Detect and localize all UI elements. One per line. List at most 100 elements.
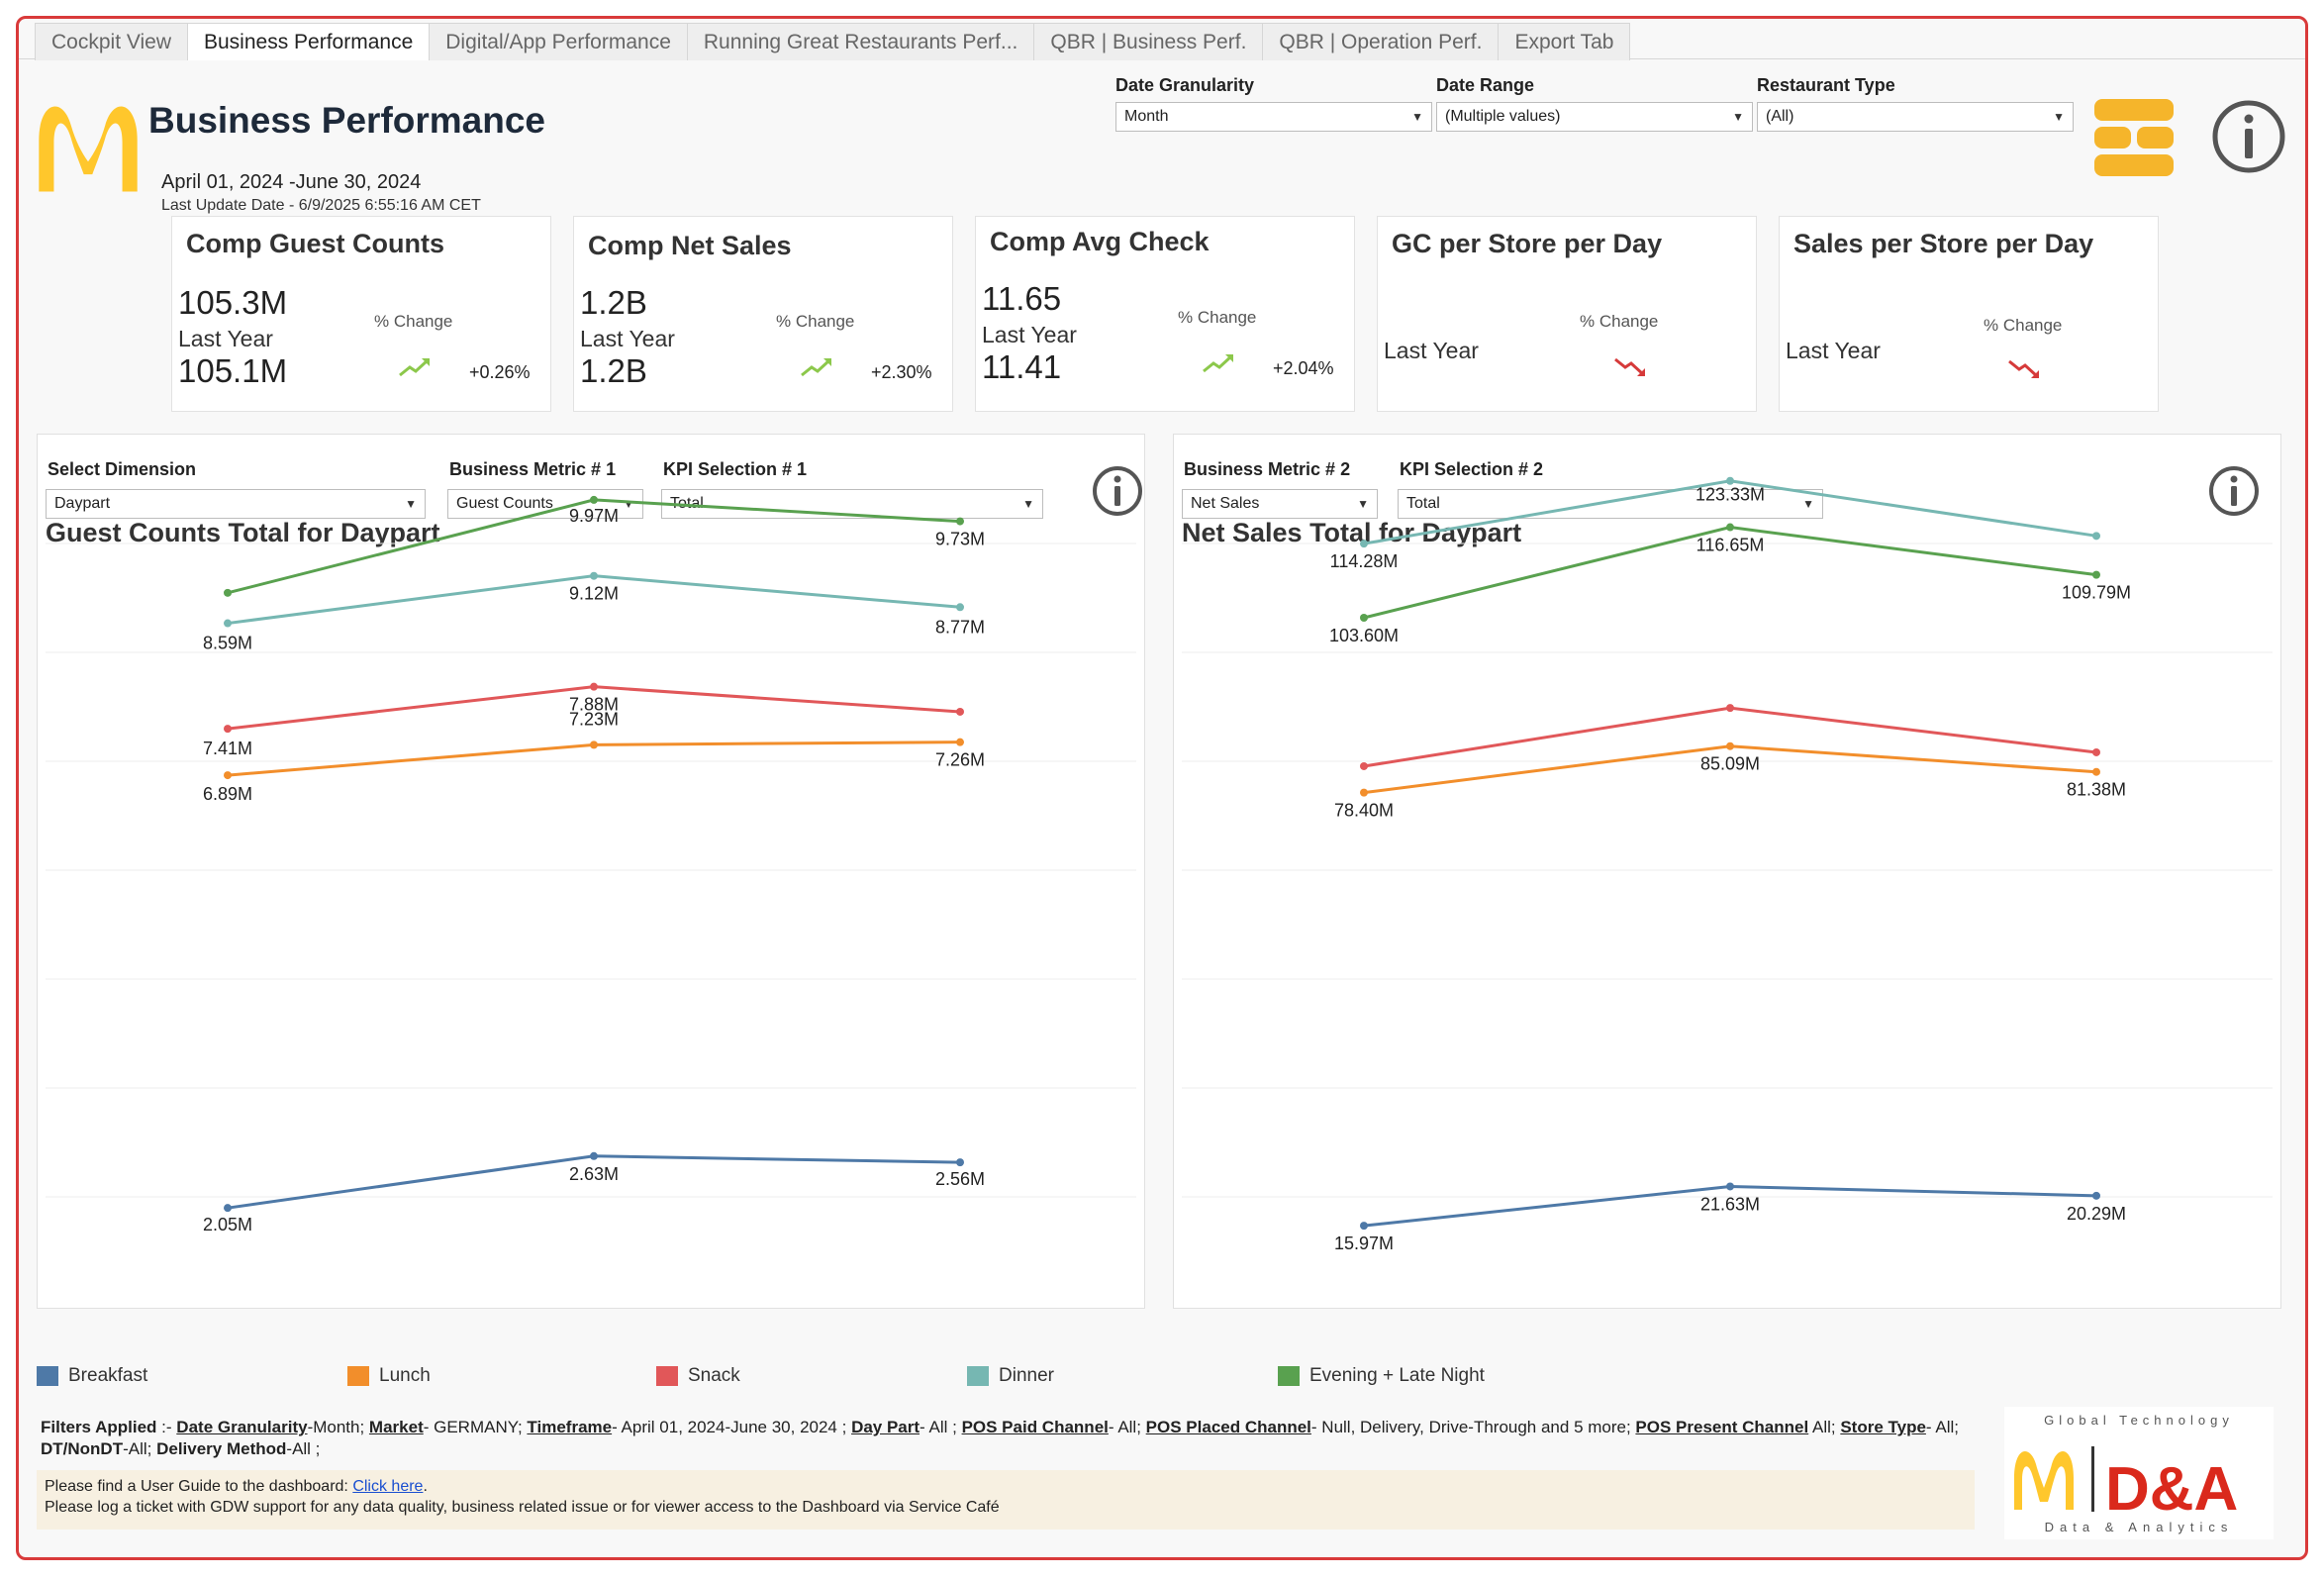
data-point[interactable] [2092,1191,2100,1200]
data-label: 9.97M [569,506,619,526]
kpi-last-year-label: Last Year [1384,338,1479,363]
kpi-title: Comp Avg Check [990,227,1210,256]
da-logo-top-text: Global Technology [2044,1413,2234,1428]
trend-down-icon [2008,359,2039,378]
data-point[interactable] [224,725,232,734]
data-point[interactable] [224,619,232,628]
filter-segment: Timeframe [527,1418,613,1436]
tab-export[interactable]: Export Tab [1498,23,1631,60]
legend-item-breakfast[interactable]: Breakfast [37,1365,147,1387]
tab-business-performance[interactable]: Business Performance [187,23,431,60]
date-granularity-select[interactable]: Month ▼ [1115,102,1432,132]
data-point[interactable] [1726,704,1734,713]
data-point[interactable] [956,517,964,526]
menu-stack-icon[interactable] [2092,97,2176,178]
data-point[interactable] [1726,1182,1734,1191]
user-guide-link[interactable]: Click here [352,1478,423,1495]
data-label: 8.77M [935,617,985,637]
data-point[interactable] [1360,1222,1368,1231]
filter-segment: Date Granularity [176,1418,308,1436]
data-point[interactable] [1726,476,1734,485]
trend-up-icon [399,358,430,377]
data-point[interactable] [590,1151,598,1160]
kpi-pct-change-value: +2.30% [871,362,932,382]
date-range-select[interactable]: (Multiple values) ▼ [1436,102,1753,132]
data-label: 109.79M [2062,583,2131,603]
filter-segment: POS Placed Channel [1145,1418,1311,1436]
data-point[interactable] [590,682,598,691]
data-point[interactable] [1360,761,1368,770]
data-point[interactable] [2092,532,2100,541]
data-point[interactable] [956,707,964,716]
kpi-last-year-label: Last Year [1786,338,1881,363]
tab-qbr-operation-perf[interactable]: QBR | Operation Perf. [1262,23,1500,60]
data-label: 2.56M [935,1169,985,1189]
data-label: 9.73M [935,530,985,549]
kpi-last-year-value: 105.1M [178,352,288,389]
data-point[interactable] [1360,540,1368,548]
tab-qbr-business-perf[interactable]: QBR | Business Perf. [1033,23,1264,60]
data-point[interactable] [224,771,232,780]
legend-swatch [967,1366,989,1386]
kpi-value: 11.65 [982,280,1062,317]
data-point[interactable] [1360,788,1368,797]
user-guide-line: Please find a User Guide to the dashboar… [45,1476,1967,1497]
filters-applied-text: Filters Applied :- Date Granularity-Mont… [41,1417,1981,1460]
data-label: 9.12M [569,584,619,604]
data-point[interactable] [2092,570,2100,579]
filter-segment: POS Present Channel [1635,1418,1809,1436]
legend-swatch [37,1366,58,1386]
da-logo-mark: D&A [2105,1455,2238,1524]
data-point[interactable] [590,571,598,580]
kpi-title: Comp Net Sales [588,231,792,260]
tab-running-great-restaurants[interactable]: Running Great Restaurants Perf... [686,23,1035,60]
guest-counts-line-chart: 4/20245/20246/20242.05M2.63M2.56M6.89M7.… [46,495,1136,1234]
global-technology-da-logo: Global Technology D&A Data & Analytics [2004,1407,2274,1539]
legend-item-dinner[interactable]: Dinner [967,1365,1054,1387]
support-text: Please log a ticket with GDW support for… [45,1499,1000,1516]
kpi-title: Sales per Store per Day [1793,229,2094,258]
date-range-value: (Multiple values) [1445,108,1561,125]
legend-item-evening-late-night[interactable]: Evening + Late Night [1278,1365,1485,1387]
date-range-text: April 01, 2024 -June 30, 2024 [161,171,422,193]
data-point[interactable] [590,495,598,504]
data-point[interactable] [224,1204,232,1213]
data-point[interactable] [1360,614,1368,623]
last-update-text: Last Update Date - 6/9/2025 6:55:16 AM C… [161,197,481,214]
data-label: 15.97M [1334,1234,1394,1253]
date-granularity-filter: Date Granularity Month ▼ [1115,75,1432,132]
data-point[interactable] [956,603,964,612]
chevron-down-icon: ▼ [1411,110,1423,124]
tab-digital-app-performance[interactable]: Digital/App Performance [429,23,688,60]
trend-down-icon [1614,357,1645,376]
data-point[interactable] [956,738,964,746]
filter-segment: - All; [1925,1418,1959,1436]
restaurant-type-filter: Restaurant Type (All) ▼ [1757,75,2074,132]
data-point[interactable] [1726,741,1734,750]
legend-label: Snack [688,1365,740,1386]
filter-segment: POS Paid Channel [961,1418,1109,1436]
kpi-last-year-value: 11.41 [982,348,1062,385]
data-label: 85.09M [1700,754,1760,774]
data-point[interactable] [224,588,232,597]
data-point[interactable] [2092,747,2100,756]
info-icon[interactable] [2211,99,2286,174]
data-point[interactable] [590,741,598,749]
legend-item-lunch[interactable]: Lunch [347,1365,431,1387]
restaurant-type-select[interactable]: (All) ▼ [1757,102,2074,132]
date-range-label: Date Range [1436,75,1535,95]
data-point[interactable] [1726,523,1734,532]
filter-segment: -All; [123,1439,157,1458]
data-label: 2.63M [569,1164,619,1184]
filter-segment: Market [368,1418,424,1436]
legend-item-snack[interactable]: Snack [656,1365,740,1387]
restaurant-type-label: Restaurant Type [1757,75,1895,95]
date-granularity-label: Date Granularity [1115,75,1255,95]
data-label: 78.40M [1334,801,1394,821]
kpi-last-year-value: 1.2B [580,352,647,389]
data-point[interactable] [956,1158,964,1167]
data-point[interactable] [2092,767,2100,776]
kpi-pct-change-label: % Change [1580,312,1659,331]
tab-cockpit-view[interactable]: Cockpit View [35,23,188,60]
user-guide-suffix: . [423,1478,428,1495]
